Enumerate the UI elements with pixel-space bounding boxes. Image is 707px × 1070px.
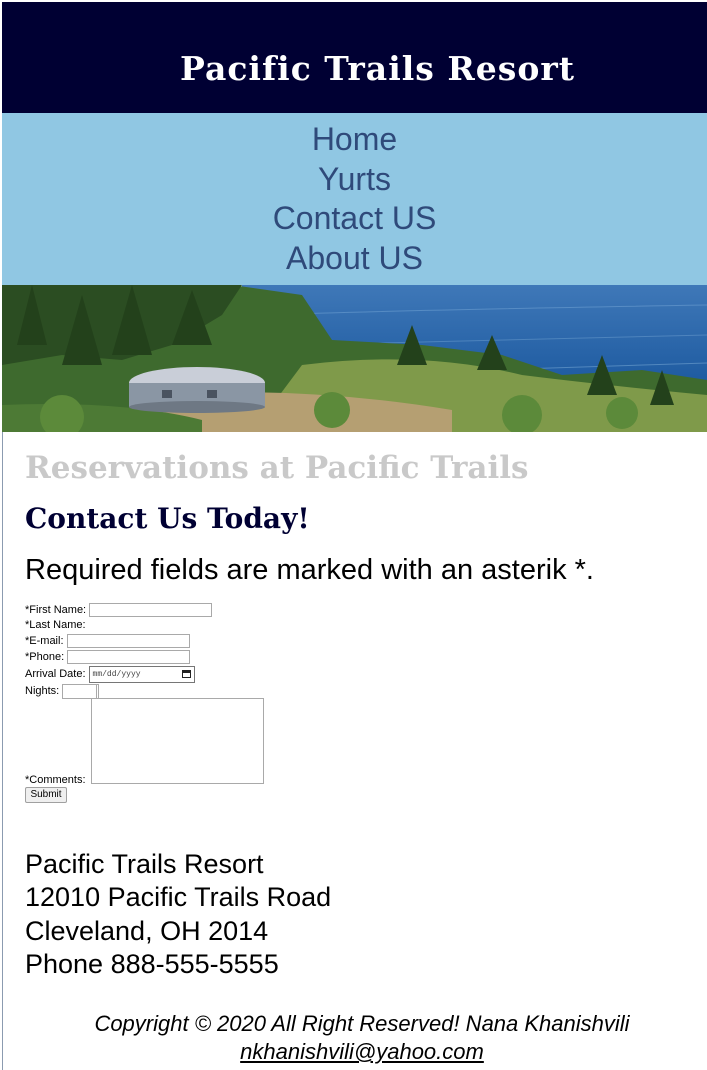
calendar-icon[interactable] bbox=[181, 670, 191, 678]
last-name-row: *Last Name: bbox=[25, 617, 89, 633]
phone-row: *Phone: bbox=[25, 649, 191, 665]
first-name-label: *First Name: bbox=[25, 604, 87, 616]
address-city: Cleveland, OH 2014 bbox=[25, 915, 269, 946]
required-fields-note: Required fields are marked with an aster… bbox=[25, 554, 594, 586]
nights-input[interactable] bbox=[62, 683, 100, 699]
last-name-label: *Last Name: bbox=[25, 619, 86, 631]
arrival-date-row: Arrival Date: mm/dd/yyyy bbox=[25, 665, 195, 683]
submit-button[interactable]: Submit bbox=[25, 787, 67, 803]
resort-address: Pacific Trails Resort 12010 Pacific Trai… bbox=[25, 848, 331, 981]
site-footer: Copyright © 2020 All Right Reserved! Nan… bbox=[2, 1010, 707, 1066]
contact-heading: Contact Us Today! bbox=[25, 502, 310, 535]
comments-label: *Comments: bbox=[25, 774, 86, 786]
first-name-input[interactable] bbox=[89, 603, 213, 617]
footer-email-link[interactable]: nkhanishvili@yahoo.com bbox=[240, 1039, 484, 1064]
nights-label: Nights: bbox=[25, 685, 60, 697]
address-name: Pacific Trails Resort bbox=[25, 849, 264, 879]
email-row: *E-mail: bbox=[25, 633, 190, 649]
address-phone: Phone 888-555-5555 bbox=[25, 948, 279, 979]
nav-about-link[interactable]: About US bbox=[286, 240, 423, 276]
hero-image bbox=[2, 285, 707, 432]
nav-yurts-link[interactable]: Yurts bbox=[318, 161, 391, 197]
address-street: 12010 Pacific Trails Road bbox=[25, 882, 332, 913]
first-name-row: *First Name: bbox=[25, 602, 213, 618]
email-input[interactable] bbox=[66, 634, 190, 648]
email-label: *E-mail: bbox=[25, 635, 64, 647]
site-header: Pacific Trails Resort bbox=[2, 2, 707, 113]
nav-contact-link[interactable]: Contact US bbox=[273, 200, 437, 236]
site-title: Pacific Trails Resort bbox=[180, 49, 575, 88]
comments-row: *Comments: bbox=[25, 772, 89, 788]
reservations-heading: Reservations at Pacific Trails bbox=[25, 450, 529, 486]
arrival-date-input[interactable]: mm/dd/yyyy bbox=[88, 665, 195, 683]
phone-input[interactable] bbox=[67, 650, 191, 664]
arrival-date-label: Arrival Date: bbox=[25, 668, 86, 680]
main-nav: Home Yurts Contact US About US bbox=[2, 113, 707, 285]
nights-row: Nights: bbox=[25, 683, 100, 699]
nav-home-link[interactable]: Home bbox=[312, 121, 397, 157]
comments-textarea[interactable] bbox=[91, 698, 264, 784]
phone-label: *Phone: bbox=[25, 651, 65, 663]
arrival-date-placeholder: mm/dd/yyyy bbox=[92, 669, 141, 679]
hero-scene-graphic bbox=[2, 285, 707, 432]
copyright-text: Copyright © 2020 All Right Reserved! Nan… bbox=[94, 1011, 630, 1036]
